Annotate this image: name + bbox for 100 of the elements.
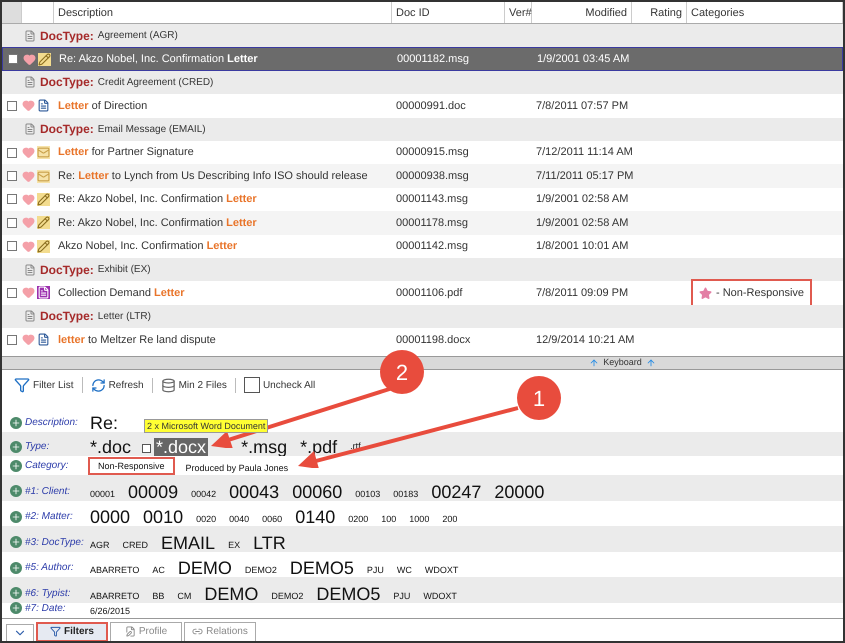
toolbar-button[interactable]: Uncheck All: [244, 377, 324, 393]
checkbox-icon: [142, 444, 152, 453]
filter-tag[interactable]: PJU: [391, 592, 412, 603]
filter-tag[interactable]: BB: [150, 592, 166, 603]
filter-tag[interactable]: *.pdf: [298, 438, 340, 456]
column-header[interactable]: Modified: [532, 2, 632, 23]
filter-tag[interactable]: ABARRETO: [88, 566, 142, 578]
filter-tag[interactable]: Re:: [88, 414, 120, 432]
description-cell-text: Collection Demand Letter: [57, 286, 186, 301]
heart-icon[interactable]: [22, 170, 35, 183]
filter-tag[interactable]: 6/26/2015: [88, 606, 132, 618]
star-icon: [699, 286, 712, 300]
toolbar-button[interactable]: Min 2 Files: [160, 378, 236, 392]
filter-tag[interactable]: DEMO2: [242, 566, 279, 578]
checkbox[interactable]: [7, 194, 17, 204]
filter-tag[interactable]: WDOXT: [422, 566, 460, 578]
filter-tag[interactable]: WDOXT: [421, 592, 459, 603]
filter-tag[interactable]: PJU: [364, 566, 386, 578]
filter-tag[interactable]: DEMO5: [288, 559, 356, 578]
filter-tag[interactable]: *.doc: [88, 438, 134, 456]
filter-tag[interactable]: 00042: [189, 490, 218, 501]
keyboard-label[interactable]: Keyboard: [603, 356, 642, 370]
plus-icon[interactable]: [10, 562, 22, 574]
plus-icon[interactable]: [10, 460, 22, 472]
filter-tag[interactable]: EMAIL: [159, 534, 218, 552]
filter-tag[interactable]: 00060: [290, 482, 344, 501]
tooltip: 2 x Microsoft Word Document: [144, 419, 268, 433]
filter-tag[interactable]: CM: [175, 592, 194, 603]
plus-icon[interactable]: [10, 602, 22, 614]
column-header[interactable]: Doc ID: [392, 2, 505, 23]
heart-icon[interactable]: [22, 192, 35, 206]
toolbar-button[interactable]: Refresh: [90, 378, 153, 392]
filter-tag[interactable]: AGR: [88, 540, 112, 552]
filter-tag[interactable]: 100: [379, 515, 398, 526]
filter-tag[interactable]: 00103: [353, 490, 382, 501]
filter-tag[interactable]: 0200: [346, 515, 370, 526]
group-label: DocType:: [40, 28, 94, 45]
filter-tag[interactable]: 0040: [227, 515, 252, 526]
heart-icon[interactable]: [22, 333, 35, 346]
filter-tag[interactable]: 0140: [293, 508, 338, 526]
collapse-button[interactable]: [6, 624, 34, 641]
plus-icon[interactable]: [10, 485, 22, 498]
filter-tag[interactable]: 00009: [126, 482, 180, 501]
filter-tag[interactable]: 00247: [429, 482, 484, 501]
checkbox[interactable]: [7, 218, 17, 228]
checkbox[interactable]: [7, 171, 17, 182]
plus-icon[interactable]: [10, 587, 22, 600]
heart-icon[interactable]: [22, 99, 35, 112]
filter-tag[interactable]: ABARRETO: [88, 592, 142, 603]
plus-icon[interactable]: [10, 440, 22, 452]
heart-icon[interactable]: [22, 146, 35, 160]
filter-tag[interactable]: DEMO: [176, 559, 234, 578]
tab[interactable]: Profile: [110, 622, 182, 641]
doc-id-cell-text: 00001106.pdf: [395, 286, 464, 301]
column-header[interactable]: Ver#: [505, 2, 532, 23]
filter-tag[interactable]: DEMO5: [314, 584, 382, 603]
filter-tag[interactable]: 0020: [194, 515, 218, 526]
column-header[interactable]: Rating: [632, 2, 687, 23]
checkbox[interactable]: [7, 148, 17, 158]
filter-tag[interactable]: 200: [440, 515, 460, 526]
filter-tag[interactable]: 00183: [391, 490, 420, 501]
filter-tag[interactable]: Produced by Paula Jones: [184, 464, 290, 475]
filter-tag[interactable]: DEMO: [202, 584, 260, 603]
heart-icon[interactable]: [22, 216, 35, 230]
checkbox[interactable]: [7, 288, 17, 298]
filter-tag[interactable]: 00001: [88, 490, 118, 501]
filter-tag[interactable]: LTR: [251, 534, 288, 552]
checkbox[interactable]: [8, 54, 18, 64]
heart-icon[interactable]: [22, 240, 35, 253]
document-row[interactable]: Re: Akzo Nobel, Inc. Confirmation Letter 00001178.msg 1/9/2001 02:58 AM: [2, 211, 843, 235]
filter-tag[interactable]: 0010: [141, 508, 186, 526]
filter-tag[interactable]: DEMO2: [269, 592, 306, 603]
heart-icon[interactable]: [23, 52, 36, 66]
filter-tag[interactable]: *.docx: [154, 438, 208, 456]
pencil-icon: [37, 240, 50, 253]
filter-tag[interactable]: 00043: [227, 482, 282, 501]
column-header[interactable]: Description: [54, 2, 392, 23]
filter-tag[interactable]: 0060: [260, 515, 284, 526]
plus-icon[interactable]: [10, 510, 22, 523]
heart-icon[interactable]: [22, 286, 35, 300]
document-row[interactable]: Re: Akzo Nobel, Inc. Confirmation Letter 00001182.msg 1/9/2001 03:45 AM: [2, 47, 843, 71]
filter-tag[interactable]: 0000: [88, 508, 132, 526]
checkbox[interactable]: [7, 334, 17, 345]
filter-tag[interactable]: Non-Responsive: [88, 457, 175, 475]
checkbox[interactable]: [7, 100, 17, 111]
toolbar-button[interactable]: Filter List: [14, 377, 83, 393]
column-header[interactable]: Categories: [687, 2, 843, 23]
plus-icon[interactable]: [10, 536, 22, 548]
plus-icon[interactable]: [10, 416, 22, 428]
filter-tag[interactable]: 1000: [407, 515, 432, 526]
filter-tag[interactable]: EX: [226, 540, 242, 552]
filter-tag[interactable]: CRED: [120, 540, 150, 552]
filter-tag[interactable]: 20000: [492, 482, 546, 501]
filter-tag[interactable]: *.msg: [239, 438, 290, 456]
document-row[interactable]: Re: Letter to Lynch from Us Describing Info ISO should release 00000938.msg 7/11/2011 05:17 PM: [2, 164, 843, 188]
filter-tag[interactable]: WC: [394, 566, 414, 578]
checkbox[interactable]: [7, 241, 17, 252]
filter-tag[interactable]: AC: [150, 566, 167, 578]
tab[interactable]: Relations: [184, 622, 256, 641]
tab[interactable]: Filters: [36, 622, 108, 641]
